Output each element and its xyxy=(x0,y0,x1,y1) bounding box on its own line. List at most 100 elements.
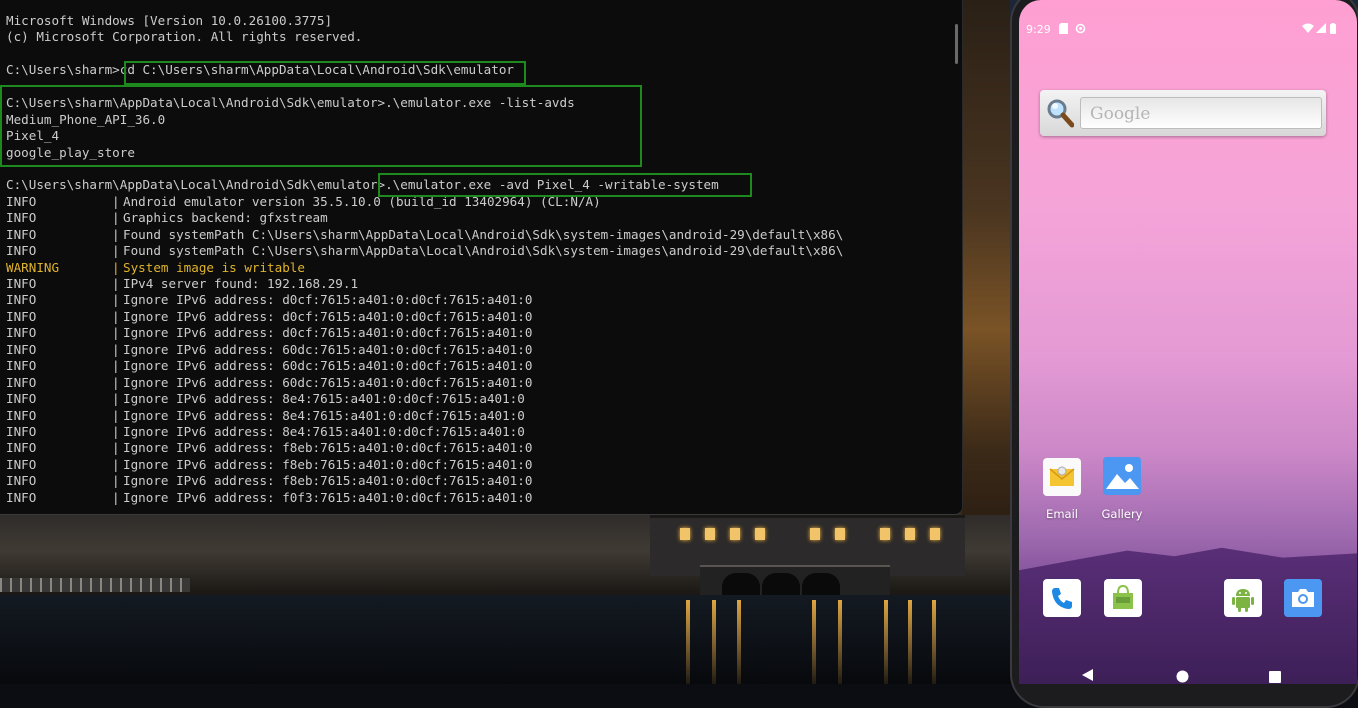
log-line: INFO | Found systemPath C:\Users\sharm\App… xyxy=(6,243,843,259)
back-triangle-icon xyxy=(1082,669,1093,681)
dock-phone-app[interactable] xyxy=(1043,579,1081,617)
log-level: INFO xyxy=(6,440,37,456)
gallery-label[interactable]: Gallery xyxy=(1092,507,1152,521)
home-circle-icon xyxy=(1176,670,1189,683)
recents-square-icon xyxy=(1269,671,1281,683)
log-line: INFO | Ignore IPv6 address: f0f3:7615:a401… xyxy=(6,490,843,506)
terminal-window[interactable]: Microsoft Windows [Version 10.0.26100.37… xyxy=(0,0,963,515)
log-message: Ignore IPv6 address: f0f3:7615:a401:0:d0… xyxy=(123,489,533,505)
log-message: Ignore IPv6 address: f8eb:7615:a401:0:d0… xyxy=(123,456,533,472)
log-level: INFO xyxy=(6,473,37,489)
dock-android-app[interactable] xyxy=(1224,579,1262,617)
log-message: Ignore IPv6 address: 60dc:7615:a401:0:d0… xyxy=(123,358,533,374)
nav-home-button[interactable] xyxy=(1176,668,1189,684)
log-message: Found systemPath C:\Users\sharm\AppData\… xyxy=(123,243,844,259)
log-message: Ignore IPv6 address: 60dc:7615:a401:0:d0… xyxy=(123,374,533,390)
log-line: INFO | IPv4 server found: 192.168.29.1 xyxy=(6,276,843,292)
google-logo-text: Google xyxy=(1090,104,1151,124)
log-message: Graphics backend: gfxstream xyxy=(123,210,328,226)
log-level: INFO xyxy=(6,456,37,472)
log-line: INFO | Ignore IPv6 address: d0cf:7615:a401… xyxy=(6,292,843,308)
log-level: INFO xyxy=(6,193,37,209)
email-icon xyxy=(1049,466,1075,486)
log-separator: | xyxy=(112,391,120,407)
log-message: Ignore IPv6 address: 8e4:7615:a401:0:d0c… xyxy=(123,407,525,423)
log-separator: | xyxy=(112,374,120,390)
log-separator: | xyxy=(112,226,120,242)
log-separator: | xyxy=(112,358,120,374)
gallery-app[interactable] xyxy=(1103,457,1141,495)
log-level: INFO xyxy=(6,226,37,242)
battery-icon xyxy=(1330,23,1336,37)
log-line: INFO | Ignore IPv6 address: 60dc:7615:a401… xyxy=(6,342,843,358)
log-level: INFO xyxy=(6,276,37,291)
log-line: INFO | Ignore IPv6 address: d0cf:7615:a401… xyxy=(6,325,843,341)
log-message: Ignore IPv6 address: 8e4:7615:a401:0:d0c… xyxy=(123,391,525,407)
terminal-line: Microsoft Windows [Version 10.0.26100.37… xyxy=(6,13,333,28)
log-level: INFO xyxy=(6,243,37,259)
wallpaper-trees xyxy=(962,0,1010,600)
log-level: INFO xyxy=(6,391,37,407)
wallpaper-lake xyxy=(0,595,1010,684)
log-separator: | xyxy=(112,276,120,291)
phone-screen[interactable]: 9:29 Google Email Gallery xyxy=(1019,0,1357,684)
dock-store-app[interactable] xyxy=(1104,579,1142,617)
log-level: WARNING xyxy=(6,259,60,275)
log-line: INFO | Ignore IPv6 address: 8e4:7615:a401:… xyxy=(6,424,843,440)
log-level: INFO xyxy=(6,374,37,390)
terminal-scrollbar[interactable] xyxy=(955,24,958,64)
search-icon[interactable] xyxy=(1046,98,1075,128)
log-message: Ignore IPv6 address: d0cf:7615:a401:0:d0… xyxy=(123,308,533,324)
camera-icon xyxy=(1284,579,1322,617)
sd-card-icon xyxy=(1059,23,1068,37)
log-line: INFO | Ignore IPv6 address: f8eb:7615:a401… xyxy=(6,440,843,456)
highlight-box-run-avd xyxy=(378,173,752,197)
log-separator: | xyxy=(112,456,120,472)
google-search-widget[interactable]: Google xyxy=(1040,90,1326,136)
log-message: Ignore IPv6 address: f8eb:7615:a401:0:d0… xyxy=(123,473,533,489)
nav-back-button[interactable] xyxy=(1081,667,1095,684)
signal-icon xyxy=(1316,23,1326,36)
log-level: INFO xyxy=(6,210,37,226)
log-message: Found systemPath C:\Users\sharm\AppData\… xyxy=(123,226,844,242)
terminal-line: (c) Microsoft Corporation. All rights re… xyxy=(6,29,363,45)
dock-camera-app[interactable] xyxy=(1284,579,1322,617)
email-label[interactable]: Email xyxy=(1032,507,1092,521)
android-icon xyxy=(1232,589,1254,612)
log-separator: | xyxy=(112,407,120,423)
phone-icon xyxy=(1052,588,1072,609)
log-separator: | xyxy=(112,473,120,489)
store-icon xyxy=(1113,584,1133,609)
log-level: INFO xyxy=(6,325,37,341)
sync-icon xyxy=(1075,23,1086,37)
log-level: INFO xyxy=(6,308,37,324)
nav-recents-button[interactable] xyxy=(1269,668,1281,684)
log-separator: | xyxy=(112,308,120,324)
search-input[interactable]: Google xyxy=(1080,97,1322,129)
log-message: System image is writable xyxy=(123,259,305,275)
log-separator: | xyxy=(112,292,120,308)
log-separator: | xyxy=(112,423,120,439)
log-line: INFO | Found systemPath C:\Users\sharm\App… xyxy=(6,227,843,243)
log-separator: | xyxy=(112,341,120,357)
log-level: INFO xyxy=(6,423,37,439)
status-bar: 9:29 xyxy=(1019,0,1357,36)
wallpaper-dock xyxy=(700,565,890,597)
log-line: INFO | Ignore IPv6 address: 60dc:7615:a401… xyxy=(6,375,843,391)
log-separator: | xyxy=(112,325,120,341)
log-level: INFO xyxy=(6,341,37,357)
log-separator: | xyxy=(112,440,120,456)
log-separator: | xyxy=(112,193,120,209)
log-message: Ignore IPv6 address: f8eb:7615:a401:0:d0… xyxy=(123,440,533,456)
email-app[interactable] xyxy=(1043,458,1081,496)
highlight-box-cd-command xyxy=(124,61,526,85)
log-level: INFO xyxy=(6,292,37,308)
log-message: Ignore IPv6 address: 8e4:7615:a401:0:d0c… xyxy=(123,423,525,439)
log-line: INFO | Ignore IPv6 address: 60dc:7615:a401… xyxy=(6,358,843,374)
log-message: Ignore IPv6 address: 60dc:7615:a401:0:d0… xyxy=(123,341,533,357)
log-separator: | xyxy=(112,259,120,275)
log-line: INFO | Ignore IPv6 address: 8e4:7615:a401:… xyxy=(6,408,843,424)
highlight-box-list-avds xyxy=(0,85,642,167)
log-line: INFO | Ignore IPv6 address: f8eb:7615:a401… xyxy=(6,473,843,489)
